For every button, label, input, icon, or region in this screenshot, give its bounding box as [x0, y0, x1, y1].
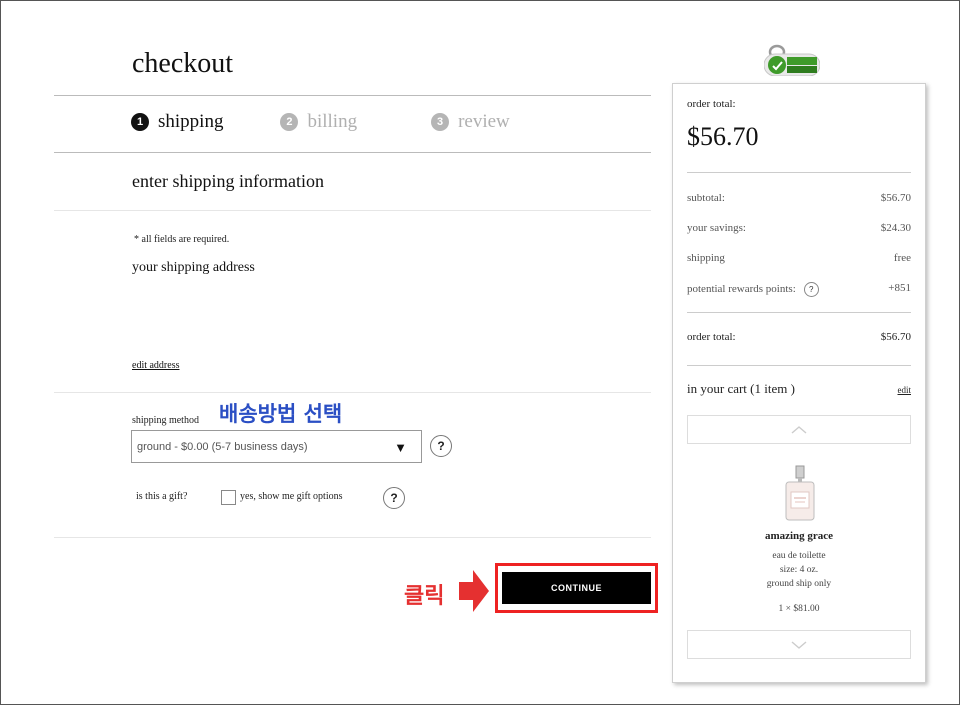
divider	[54, 537, 651, 538]
savings-value: $24.30	[880, 222, 911, 234]
shipping-method-value: ground - $0.00 (5-7 business days)	[137, 440, 308, 453]
step-label: review	[458, 111, 510, 132]
rewards-label: potential rewards points:	[687, 283, 796, 296]
chevron-up-icon	[791, 425, 807, 434]
page-title: checkout	[132, 48, 234, 79]
subtotal-label: subtotal:	[687, 192, 725, 204]
shipping-row: shipping free	[687, 252, 911, 264]
step-review: 3 review	[431, 111, 510, 133]
annotation-arrow-icon	[459, 570, 489, 612]
step-number: 3	[431, 113, 450, 131]
cart-edit-link[interactable]: edit	[898, 385, 912, 395]
total-row: order total: $56.70	[687, 331, 911, 343]
section-title: enter shipping information	[132, 171, 324, 191]
gift-help-icon[interactable]: ?	[383, 487, 405, 509]
dropdown-caret-icon: ▼	[394, 440, 407, 455]
gift-question: is this a gift?	[136, 491, 188, 502]
cart-scroll-down-button[interactable]	[687, 630, 911, 659]
divider	[54, 210, 651, 211]
product-ship-note: ground ship only	[766, 579, 832, 589]
product-qty-price: 1 × $81.00	[778, 604, 820, 614]
step-label: billing	[307, 111, 358, 132]
gift-checkbox[interactable]	[221, 490, 236, 505]
subtotal-row: subtotal: $56.70	[687, 192, 911, 204]
subtotal-value: $56.70	[880, 192, 911, 204]
product-type: eau de toilette	[772, 551, 826, 561]
order-total-value: $56.70	[687, 122, 759, 151]
total-value: $56.70	[880, 331, 911, 343]
shipping-method-select[interactable]: ground - $0.00 (5-7 business days) ▼	[131, 430, 422, 463]
continue-highlight: CONTINUE	[495, 563, 658, 613]
savings-row: your savings: $24.30	[687, 222, 911, 234]
cart-scroll-up-button[interactable]	[687, 415, 911, 444]
shipping-help-icon[interactable]: ?	[430, 435, 452, 457]
step-billing: 2 billing	[280, 111, 357, 133]
address-heading: your shipping address	[132, 260, 255, 275]
required-note: * all fields are required.	[134, 234, 230, 245]
divider	[687, 172, 911, 173]
perfume-bottle-icon	[785, 465, 815, 521]
savings-label: your savings:	[687, 222, 746, 234]
shipping-value: free	[893, 252, 911, 264]
gift-option-label[interactable]: yes, show me gift options	[240, 491, 343, 502]
chevron-down-icon	[791, 640, 807, 649]
annotation-click: 클릭	[404, 584, 445, 609]
edit-address-link[interactable]: edit address	[132, 360, 180, 371]
divider	[54, 95, 651, 96]
continue-button[interactable]: CONTINUE	[502, 572, 651, 604]
step-number: 1	[131, 113, 149, 131]
divider	[687, 312, 911, 313]
rewards-row: potential rewards points:? +851	[687, 282, 911, 297]
product-name: amazing grace	[764, 530, 834, 542]
rewards-label-wrap: potential rewards points:?	[687, 282, 819, 297]
divider	[687, 365, 911, 366]
divider	[54, 152, 651, 153]
checkout-steps: 1 shipping 2 billing 3 review	[131, 108, 510, 136]
rewards-help-icon[interactable]: ?	[803, 282, 819, 297]
product-size: size: 4 oz.	[779, 565, 819, 575]
order-summary: order total: $56.70 subtotal: $56.70 you…	[672, 83, 926, 683]
divider	[54, 392, 651, 393]
shipping-method-label: shipping method	[132, 415, 199, 426]
order-total-label: order total:	[687, 98, 736, 110]
annotation-select-method: 배송방법 선택	[219, 402, 343, 426]
total-label: order total:	[687, 331, 736, 343]
rewards-value: +851	[888, 282, 911, 294]
step-number: 2	[280, 113, 299, 131]
cart-heading: in your cart (1 item )	[687, 381, 795, 396]
step-shipping: 1 shipping	[131, 111, 223, 133]
shipping-label: shipping	[687, 252, 725, 264]
comodo-secure-badge	[764, 44, 820, 76]
step-label: shipping	[158, 111, 224, 132]
